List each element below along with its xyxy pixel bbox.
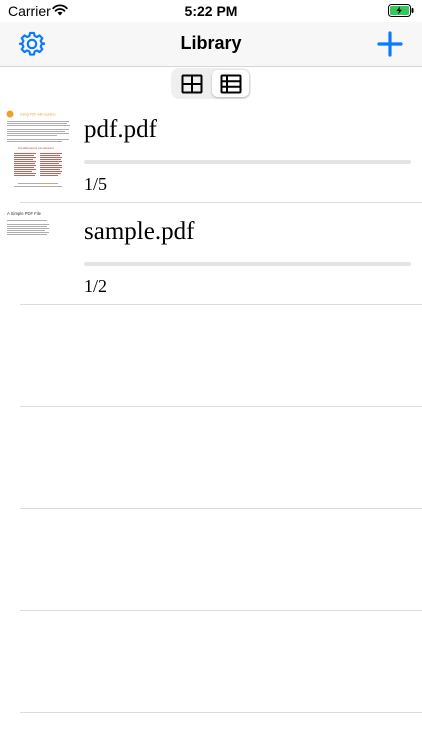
reading-progress-bar bbox=[84, 160, 411, 164]
empty-row-separator bbox=[20, 712, 422, 713]
document-thumbnail: Using PDF with eyeDoc Formatting tips fo… bbox=[4, 103, 74, 193]
grid-icon bbox=[181, 74, 202, 93]
reading-progress-bar bbox=[84, 262, 411, 266]
document-row[interactable]: Using PDF with eyeDoc Formatting tips fo… bbox=[0, 101, 422, 203]
row-separator bbox=[20, 304, 422, 305]
empty-row-separator bbox=[20, 508, 422, 509]
document-name: pdf.pdf bbox=[84, 116, 157, 143]
thumb-subheading: Formatting tips for your document bbox=[18, 147, 54, 150]
list-view-button[interactable] bbox=[212, 70, 249, 97]
navigation-bar: Library bbox=[0, 22, 422, 67]
grid-view-button[interactable] bbox=[173, 70, 210, 97]
view-mode-toggle bbox=[171, 68, 251, 99]
status-time: 5:22 PM bbox=[184, 3, 238, 19]
battery-charging-icon bbox=[388, 4, 414, 17]
document-thumbnail: A Simple PDF File bbox=[4, 205, 74, 295]
status-bar: Carrier 5:22 PM bbox=[0, 0, 422, 22]
thumb-heading: A Simple PDF File bbox=[7, 211, 42, 216]
list-icon bbox=[220, 74, 241, 93]
page-title: Library bbox=[180, 33, 242, 53]
page-count: 1/5 bbox=[84, 174, 108, 194]
document-row[interactable]: A Simple PDF File sample.pdf 1/2 bbox=[0, 203, 422, 305]
document-name: sample.pdf bbox=[84, 218, 195, 245]
empty-row-separator bbox=[20, 610, 422, 611]
thumb-heading: Using PDF with eyeDoc bbox=[20, 113, 56, 117]
add-plus-icon[interactable] bbox=[376, 30, 404, 58]
empty-row-separator bbox=[20, 406, 422, 407]
page-count: 1/2 bbox=[84, 276, 108, 296]
